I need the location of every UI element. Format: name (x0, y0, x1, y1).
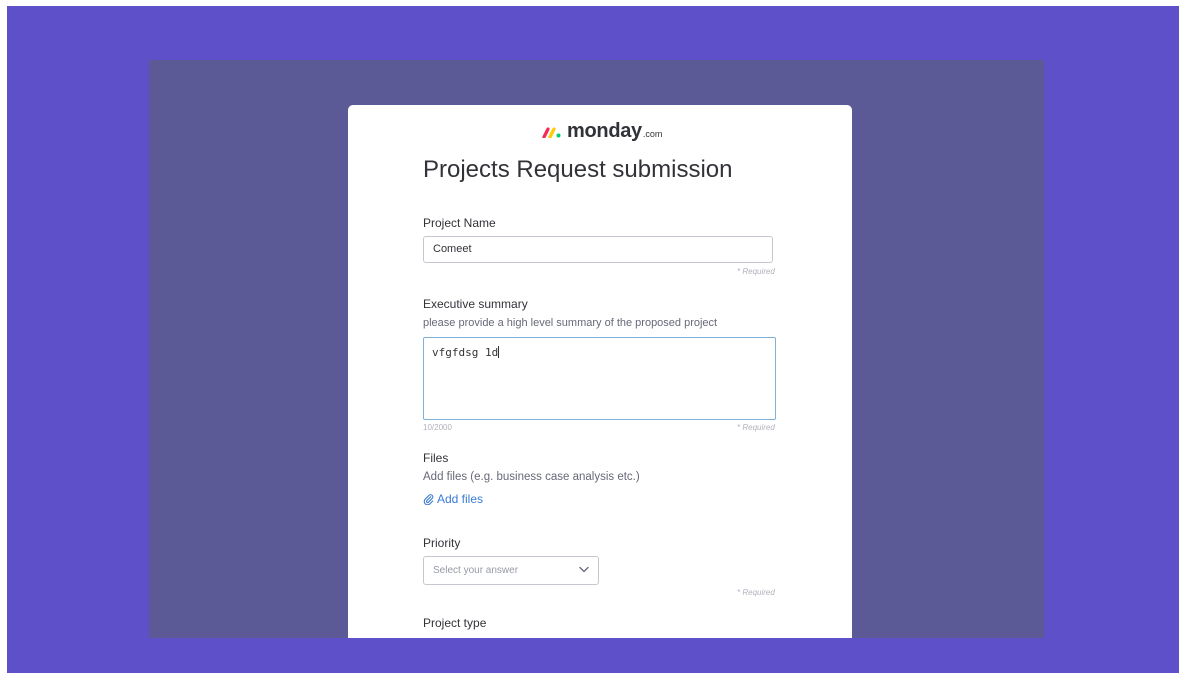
chevron-down-icon (579, 566, 589, 573)
logo-wordmark: monday (567, 120, 642, 142)
project-name-required: * Required (737, 267, 775, 276)
monday-logo-icon (542, 127, 561, 138)
project-name-label: Project Name (423, 216, 496, 230)
executive-summary-description: please provide a high level summary of t… (423, 317, 718, 329)
executive-summary-required: * Required (737, 423, 775, 432)
add-files-label: Add files (437, 492, 484, 506)
priority-select[interactable]: Select your answer (423, 556, 599, 585)
logo-suffix: .com (642, 129, 663, 139)
files-description: Add files (e.g. business case analysis e… (423, 471, 640, 483)
priority-placeholder: Select your answer (433, 565, 519, 576)
form-card: monday .com Projects Request submission … (348, 105, 852, 638)
executive-summary-label: Executive summary (423, 297, 528, 311)
project-name-input[interactable]: Comeet (423, 236, 773, 263)
priority-label: Priority (423, 536, 461, 550)
add-files-link[interactable]: Add files (423, 492, 483, 506)
priority-required: * Required (737, 588, 775, 597)
text-caret (498, 346, 500, 358)
files-label: Files (423, 451, 449, 465)
monday-logo: monday .com (542, 120, 662, 144)
executive-summary-textarea[interactable]: vfgfdsg 1d (423, 337, 776, 420)
form-title: Projects Request submission (423, 156, 733, 183)
page-backdrop: monday .com Projects Request submission … (149, 60, 1044, 638)
project-type-label: Project type (423, 616, 487, 630)
paperclip-icon (423, 494, 434, 505)
executive-summary-value: vfgfdsg 1d (432, 346, 499, 359)
character-counter: 10/2000 (423, 423, 452, 432)
outer-frame: monday .com Projects Request submission … (7, 6, 1179, 673)
